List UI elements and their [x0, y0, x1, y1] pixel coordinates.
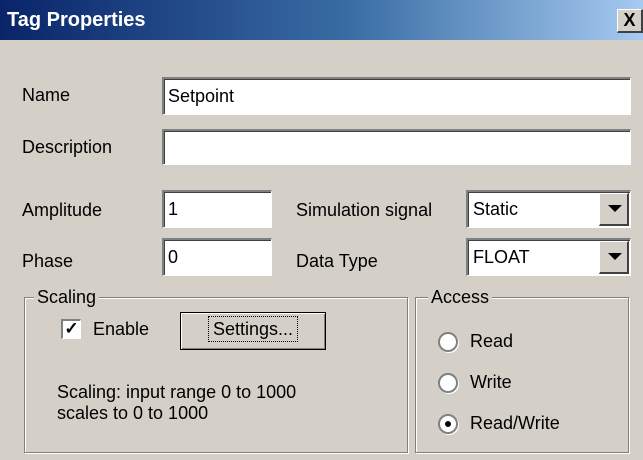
- simulation-signal-select[interactable]: Static: [466, 190, 631, 228]
- radio-write-label: Write: [470, 372, 512, 392]
- radio-read-label: Read: [470, 331, 514, 351]
- description-input[interactable]: [162, 129, 631, 165]
- name-input[interactable]: Setpoint: [162, 77, 631, 115]
- chevron-down-icon[interactable]: [599, 193, 629, 226]
- phase-input[interactable]: 0: [162, 238, 272, 276]
- data-type-select[interactable]: FLOAT: [466, 238, 631, 276]
- phase-label: Phase: [22, 251, 74, 271]
- enable-label: Enable: [93, 319, 150, 339]
- simulation-signal-label: Simulation signal: [296, 200, 433, 220]
- simulation-signal-value: Static: [473, 199, 519, 219]
- data-type-label: Data Type: [296, 251, 378, 271]
- check-icon: ✓: [64, 319, 79, 338]
- enable-checkbox[interactable]: ✓: [61, 319, 81, 339]
- access-group-title: Access: [428, 287, 493, 307]
- amplitude-label: Amplitude: [22, 200, 103, 220]
- scaling-info-line1: Scaling: input range 0 to 1000: [57, 382, 297, 402]
- radio-read[interactable]: [438, 332, 458, 352]
- chevron-down-icon[interactable]: [599, 241, 629, 274]
- window-title: Tag Properties: [7, 9, 146, 31]
- close-button[interactable]: X: [617, 9, 643, 33]
- description-label: Description: [22, 137, 113, 157]
- scaling-group-title: Scaling: [34, 287, 100, 307]
- close-icon: X: [623, 10, 636, 30]
- data-type-value: FLOAT: [473, 247, 530, 267]
- radio-read-write-label: Read/Write: [470, 413, 560, 433]
- name-label: Name: [22, 85, 71, 105]
- settings-button-label: Settings...: [207, 316, 299, 342]
- radio-read-write[interactable]: [438, 414, 458, 434]
- radio-write[interactable]: [438, 373, 458, 393]
- scaling-info-line2: scales to 0 to 1000: [57, 403, 209, 423]
- amplitude-input[interactable]: 1: [162, 190, 272, 228]
- settings-button[interactable]: Settings...: [180, 312, 326, 350]
